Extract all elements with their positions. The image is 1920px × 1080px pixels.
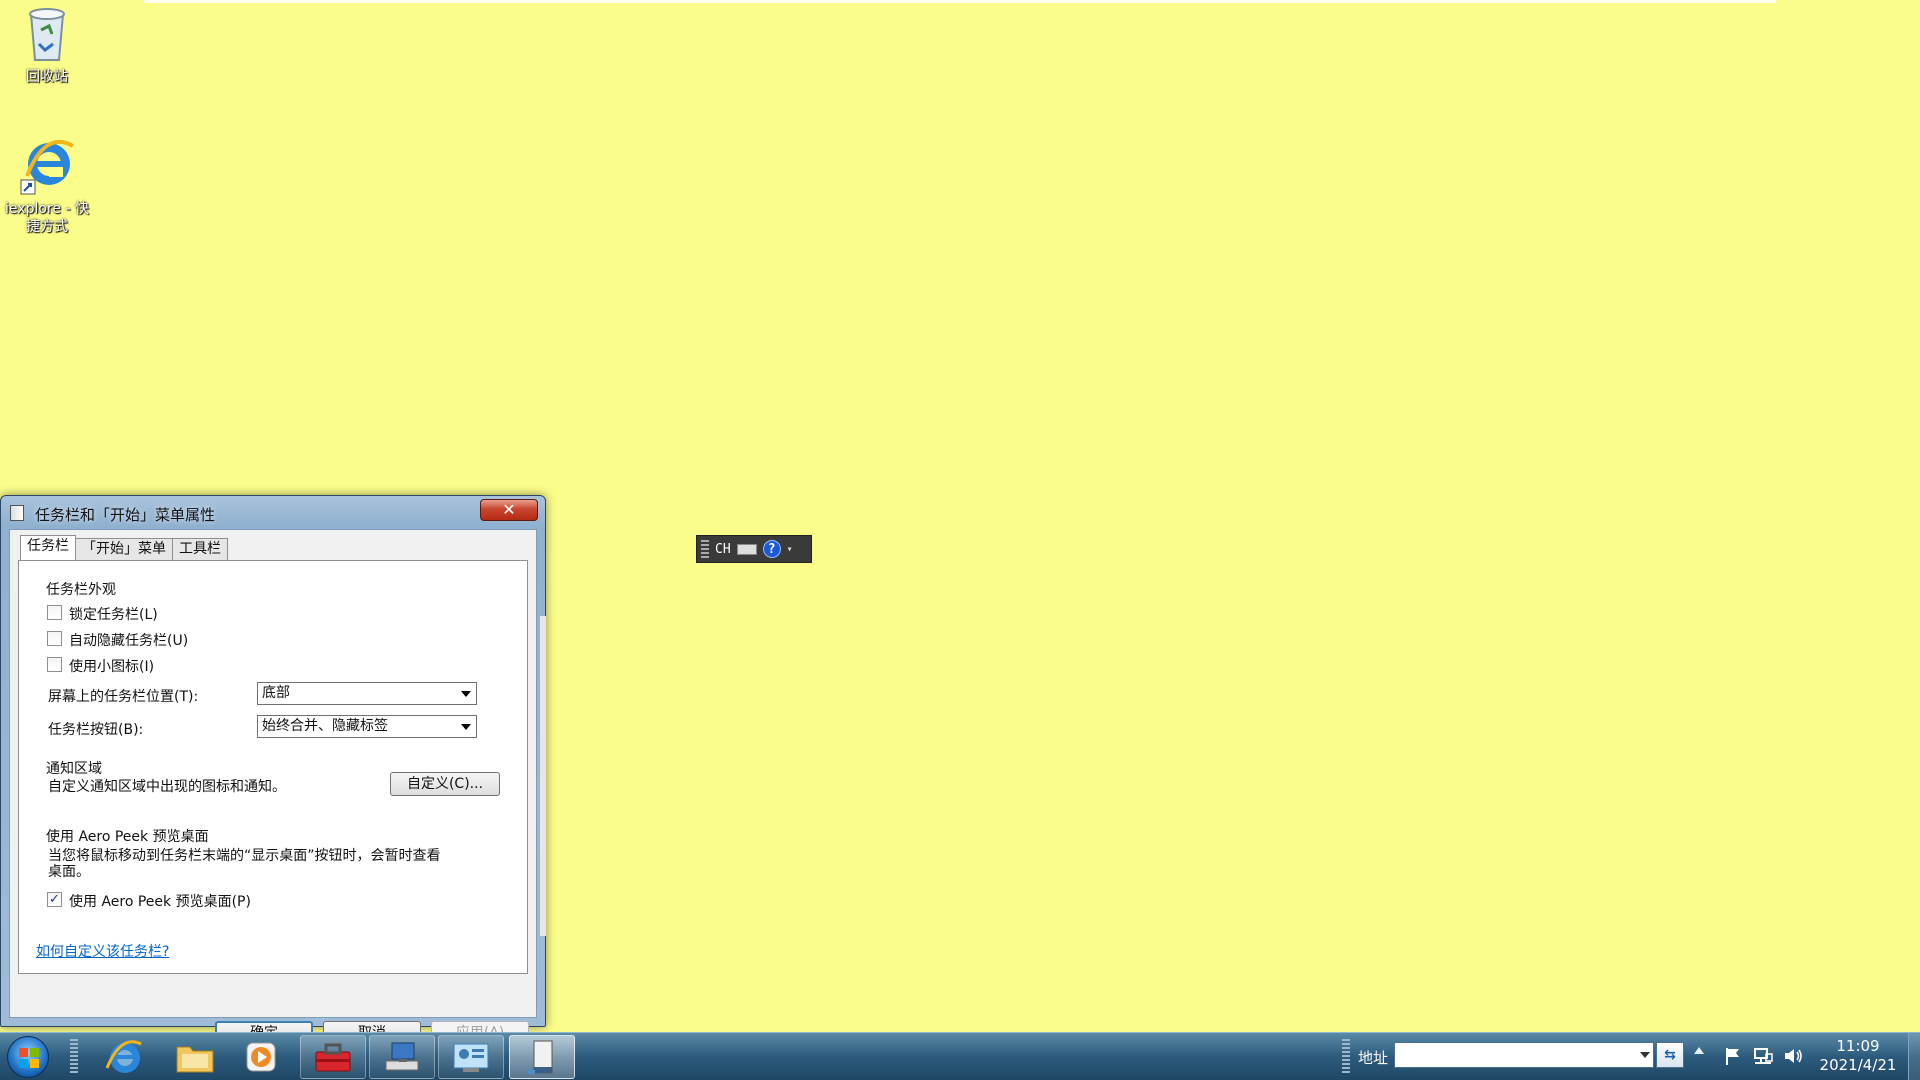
network-icon[interactable] [1752, 1045, 1774, 1067]
taskbar-properties-icon [10, 505, 24, 521]
chevron-down-icon[interactable] [1640, 1052, 1650, 1058]
clock-time: 11:09 [1836, 1037, 1880, 1055]
volume-icon[interactable] [1782, 1045, 1804, 1067]
taskbar-item-control-panel[interactable] [438, 1035, 504, 1079]
small-icons-label[interactable]: 使用小图标(I) [69, 656, 154, 676]
tab-toolbars[interactable]: 工具栏 [172, 538, 228, 560]
taskbar-buttons-select[interactable]: 始终合并、隐藏标签 [257, 715, 477, 738]
customize-taskbar-help-link[interactable]: 如何自定义该任务栏? [36, 941, 169, 961]
desktop-icon-label: iexplore - 快捷方式 [5, 201, 89, 235]
tab-taskbar[interactable]: 任务栏 [20, 535, 76, 560]
address-toolbar-label: 地址 [1358, 1049, 1389, 1067]
notification-area-description: 自定义通知区域中出现的图标和通知。 [48, 779, 286, 795]
internet-explorer-icon [19, 136, 75, 196]
chevron-down-icon [461, 691, 471, 697]
taskbar-item-taskbar-properties[interactable] [509, 1035, 575, 1079]
autohide-taskbar-label[interactable]: 自动隐藏任务栏(U) [69, 630, 188, 650]
chevron-down-icon [461, 724, 471, 730]
media-player-icon [246, 1042, 276, 1072]
close-icon: ✕ [502, 500, 516, 519]
language-bar-options-icon[interactable]: ▾ [787, 544, 793, 555]
recycle-bin-icon [19, 4, 75, 64]
taskbar-properties-icon [528, 1040, 553, 1074]
language-bar[interactable]: CH ? ▾ [696, 535, 812, 563]
taskbar-buttons-value: 始终合并、隐藏标签 [262, 718, 388, 734]
taskbar-grip[interactable] [70, 1039, 78, 1075]
taskbar-item-internet-explorer[interactable] [90, 1035, 156, 1079]
taskbar-item-media-player[interactable] [228, 1035, 294, 1079]
close-button[interactable]: ✕ [480, 499, 538, 521]
taskbar-location-select[interactable]: 底部 [257, 682, 477, 705]
internet-explorer-icon [105, 1040, 142, 1073]
action-center-flag-icon[interactable] [1722, 1045, 1744, 1067]
taskbar-location-label: 屏幕上的任务栏位置(T): [48, 689, 199, 705]
keyboard-icon[interactable] [736, 543, 757, 555]
windows-logo-icon [19, 1048, 39, 1068]
taskbar-location-value: 底部 [262, 685, 290, 701]
small-icons-checkbox[interactable] [47, 657, 62, 672]
toolbar-grip[interactable] [1342, 1039, 1350, 1075]
desktop-icon-recycle-bin[interactable]: 回收站 [0, 4, 94, 86]
start-button[interactable] [7, 1036, 49, 1078]
taskbar-item-toolbox[interactable] [300, 1035, 366, 1079]
use-aero-peek-label[interactable]: 使用 Aero Peek 预览桌面(P) [69, 891, 251, 911]
go-arrows-icon: ⇆ [1664, 1047, 1676, 1063]
language-indicator[interactable]: CH [715, 542, 731, 557]
lock-taskbar-checkbox[interactable] [47, 605, 62, 620]
use-aero-peek-checkbox[interactable]: ✓ [47, 892, 62, 907]
language-bar-grip[interactable] [701, 540, 709, 558]
show-hidden-icons-chevron-icon[interactable] [1694, 1047, 1704, 1054]
dialog-titlebar[interactable]: 任务栏和「开始」菜单属性 ✕ [1, 496, 545, 528]
desktop-icon-iexplore-shortcut[interactable]: iexplore - 快捷方式 [0, 136, 94, 236]
taskbar-buttons-label: 任务栏按钮(B): [48, 722, 144, 738]
taskbar-item-explorer[interactable] [162, 1035, 228, 1079]
dialog-client-area: 任务栏 「开始」菜单 工具栏 任务栏外观 锁定任务栏(L) 自动隐藏任务栏(U)… [9, 529, 537, 1045]
taskbar-tab-panel: 任务栏外观 锁定任务栏(L) 自动隐藏任务栏(U) 使用小图标(I) 屏幕上的任… [18, 560, 528, 974]
top-edge-strip [144, 0, 1776, 3]
taskbar-item-network[interactable] [369, 1035, 435, 1079]
desktop-icon-label: 回收站 [26, 69, 68, 85]
taskbar-properties-dialog: 任务栏和「开始」菜单属性 ✕ 任务栏 「开始」菜单 工具栏 任务栏外观 锁定任务… [0, 495, 546, 1045]
dialog-title: 任务栏和「开始」菜单属性 [35, 506, 216, 524]
show-desktop-button[interactable] [1908, 1033, 1920, 1080]
folder-icon [176, 1046, 214, 1073]
tab-strip: 任务栏 「开始」菜单 工具栏 [20, 535, 228, 560]
autohide-taskbar-checkbox[interactable] [47, 631, 62, 646]
aero-peek-description-line1: 当您将鼠标移动到任务栏末端的“显示桌面”按钮时，会暂时查看 [48, 848, 441, 864]
window-edge-highlight [540, 616, 546, 936]
toolbox-icon [315, 1043, 351, 1072]
appearance-heading: 任务栏外观 [46, 582, 116, 598]
address-go-button[interactable]: ⇆ [1656, 1042, 1684, 1068]
notification-area-heading: 通知区域 [46, 761, 102, 777]
aero-peek-heading: 使用 Aero Peek 预览桌面 [46, 829, 209, 845]
lock-taskbar-label[interactable]: 锁定任务栏(L) [69, 604, 158, 624]
tab-start-menu[interactable]: 「开始」菜单 [75, 538, 173, 560]
system-clock[interactable]: 11:09 2021/4/21 [1808, 1037, 1908, 1075]
taskbar: 地址 ⇆ 11:09 2021/4/21 [0, 1032, 1920, 1080]
control-panel-icon [453, 1043, 489, 1072]
clock-date: 2021/4/21 [1819, 1056, 1897, 1074]
computer-network-icon [385, 1042, 419, 1071]
address-input[interactable] [1394, 1042, 1654, 1068]
aero-peek-description-line2: 桌面。 [48, 864, 90, 880]
customize-notifications-button[interactable]: 自定义(C)... [390, 772, 500, 796]
help-icon[interactable]: ? [762, 540, 781, 558]
